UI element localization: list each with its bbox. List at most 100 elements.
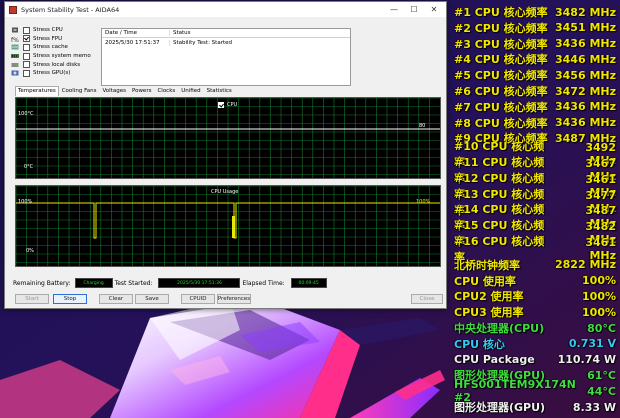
osd-row: 北桥时钟频率 2822 MHz [454,257,616,273]
osd-value: 3451 MHz [555,21,616,35]
stress-fpu-label: Stress FPU [33,35,63,42]
status-log[interactable]: Date / Time Status 2025/5/30 17:51:37 St… [101,28,351,86]
battery-label: Remaining Battery: [13,279,71,287]
tab-clocks[interactable]: Clocks [154,86,178,97]
osd-value: 100% [582,305,616,319]
stress-option-gpu[interactable]: Stress GPU(s) [11,69,95,78]
osd-label: CPU 使用率 [454,274,516,288]
test-started-value: 2025/5/30 17:51:36 [158,278,241,288]
stop-button[interactable]: Stop [53,294,87,304]
usage-spike [232,216,235,238]
cpu-chip-icon [11,27,19,33]
osd-row: #6 CPU 核心频率 3472 MHz [454,83,616,99]
osd-value: 3436 MHz [555,37,616,51]
log-cell-status: Stability Test: Started [173,40,232,46]
temp-current-value: 80 [419,123,426,129]
stress-option-cpu[interactable]: Stress CPU [11,26,95,35]
osd-label: CPU 核心 [454,337,505,351]
usage-y-top: 100% [18,199,33,205]
status-bar: Remaining Battery: Charging Test Started… [13,278,433,288]
tab-unified[interactable]: Unified [178,86,203,97]
cpu-legend-checkbox[interactable] [218,102,224,108]
cpu-usage-graph: CPU Usage 100% 0% 100% [15,185,441,267]
osd-label: CPU Package [454,353,535,367]
start-button[interactable]: Start [15,294,49,304]
log-row[interactable]: 2025/5/30 17:51:37 Stability Test: Start… [102,38,350,48]
osd-label: CPU2 使用率 [454,290,524,304]
osd-row: CPU 使用率 100% [454,273,616,289]
stress-cache-label: Stress cache [33,44,68,51]
stress-cpu-checkbox[interactable] [23,26,30,34]
osd-value: 61°C [587,368,616,382]
aida64-app-icon [9,5,17,14]
osd-value: 3472 MHz [555,84,616,98]
elapsed-label: Elapsed Time: [242,279,285,287]
log-col-datetime[interactable]: Date / Time [102,30,170,36]
osd-value: 3446 MHz [555,52,616,66]
stress-fpu-checkbox[interactable] [23,35,30,43]
close-button[interactable]: Close [411,294,443,304]
osd-value: 3456 MHz [555,68,616,82]
osd-row: #7 CPU 核心频率 3436 MHz [454,99,616,115]
log-header: Date / Time Status [102,29,350,38]
osd-row: #8 CPU 核心频率 3436 MHz [454,115,616,131]
osd-label: #7 CPU 核心频率 [454,100,548,114]
log-col-status[interactable]: Status [170,30,350,36]
osd-value: 3482 MHz [555,5,616,19]
cpuid-button[interactable]: CPUID [181,294,215,304]
battery-value: Charging [74,278,113,288]
tab-statistics[interactable]: Statistics [204,86,235,97]
stress-gpu-checkbox[interactable] [23,69,30,77]
osd-row: CPU2 使用率 100% [454,288,616,304]
stress-option-memory[interactable]: Stress system memo [11,52,95,61]
stress-disks-checkbox[interactable] [23,61,30,69]
osd-label: #6 CPU 核心频率 [454,85,548,98]
sensor-osd-overlay: #1 CPU 核心频率 3482 MHz #2 CPU 核心频率 3451 MHz #3… [446,0,620,418]
osd-row: CPU3 使用率 100% [454,304,616,320]
temp-legend[interactable]: CPU [218,102,237,108]
stress-memory-checkbox[interactable] [23,52,30,60]
tab-temperatures[interactable]: Temperatures [15,86,59,96]
graph-tabs: Temperatures Cooling Fans Voltages Power… [15,86,235,97]
usage-current-value: 100% [416,199,431,205]
stress-memory-label: Stress system memo [33,53,91,60]
osd-value: 0.731 V [568,337,616,351]
osd-label: #5 CPU 核心频率 [454,69,548,83]
osd-row: 图形处理器(GPU) 8.33 W [454,399,616,415]
osd-row: CPU Package 110.74 W [454,352,616,368]
cache-icon [11,44,19,50]
tab-powers[interactable]: Powers [129,86,155,97]
stress-option-disks[interactable]: Stress local disks [11,60,95,69]
osd-row: #3 CPU 核心频率 3436 MHz [454,36,616,52]
minimize-button[interactable]: — [384,2,404,17]
disk-icon [11,62,19,68]
stress-cache-checkbox[interactable] [23,43,30,51]
close-window-button[interactable]: ✕ [424,2,444,17]
maximize-button[interactable]: ☐ [404,2,424,17]
temperature-grid [16,98,440,178]
preferences-button[interactable]: Preferences [217,294,251,304]
save-button[interactable]: Save [135,294,169,304]
osd-row: HFS001TEM9X174N #2 44°C [454,378,616,404]
svg-text:f%: f% [11,37,19,42]
temp-legend-label: CPU [227,102,238,108]
stress-option-cache[interactable]: Stress cache [11,43,95,52]
window-titlebar[interactable]: System Stability Test - AIDA64 — ☐ ✕ [5,2,446,17]
elapsed-value: 00:09:45 [290,278,327,288]
stress-option-fpu[interactable]: f% Stress FPU [11,35,95,44]
osd-row: #16 CPU 核心频率 3461 MHz [454,235,616,264]
usage-grid [16,186,440,266]
tab-cooling-fans[interactable]: Cooling Fans [59,86,100,97]
osd-label: #8 CPU 核心频率 [454,116,548,130]
osd-row: #5 CPU 核心频率 3456 MHz [454,67,616,83]
tab-voltages[interactable]: Voltages [99,86,129,97]
osd-row: #4 CPU 核心频率 3446 MHz [454,51,616,67]
stress-gpu-label: Stress GPU(s) [33,70,71,77]
stress-options: Stress CPU f% Stress FPU Stress cache St… [11,26,95,78]
osd-label: #2 CPU 核心频率 [454,21,548,35]
osd-label: 北桥时钟频率 [454,258,520,272]
osd-label: #4 CPU 核心频率 [454,53,548,67]
temperature-graph: CPU 100°C 0°C 80 [15,97,441,179]
osd-value: 3436 MHz [555,100,616,114]
clear-button[interactable]: Clear [99,294,133,304]
